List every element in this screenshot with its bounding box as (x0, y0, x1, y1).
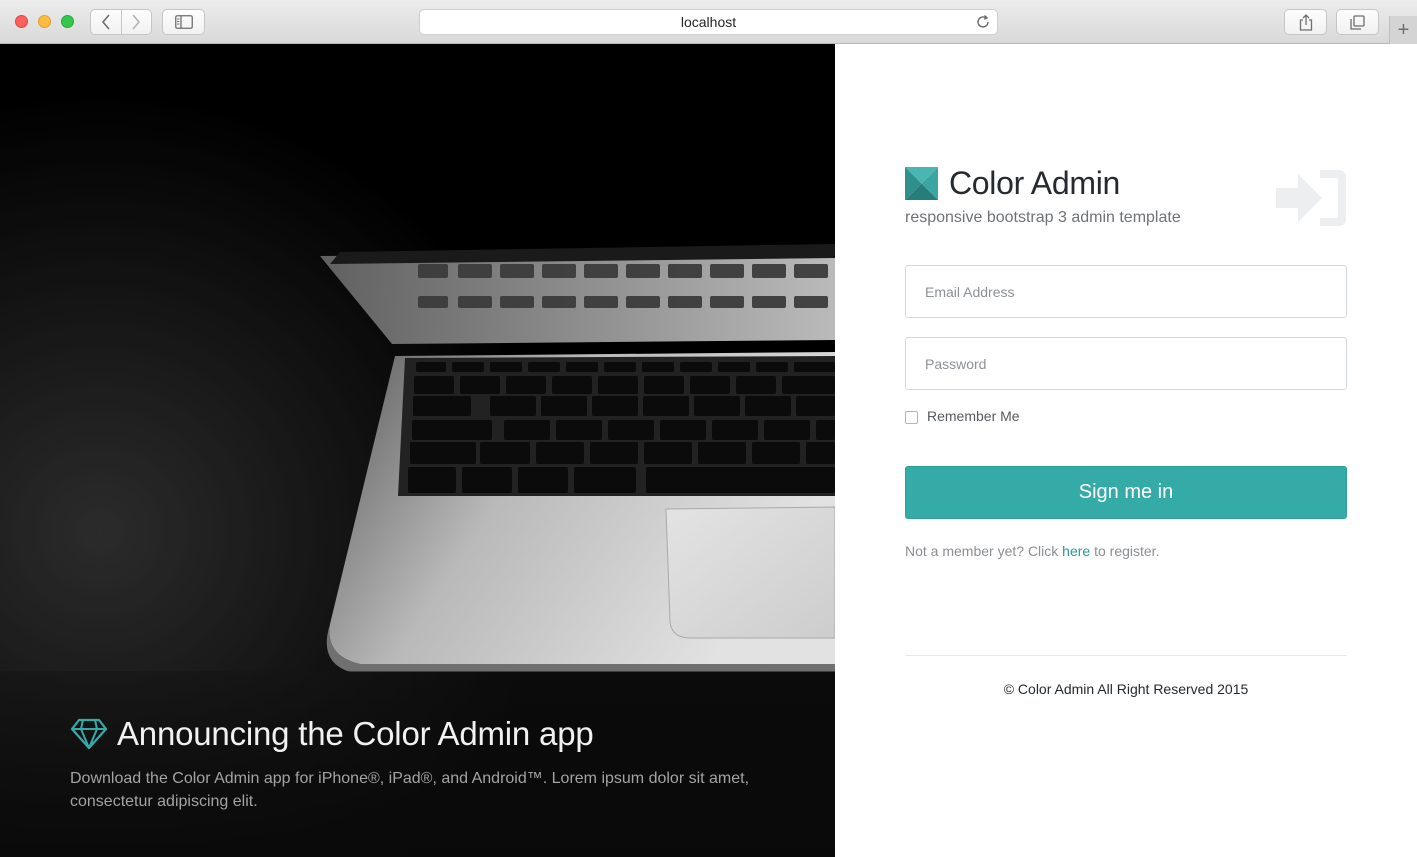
address-bar[interactable]: localhost (419, 9, 998, 35)
copyright: © Color Admin All Right Reserved 2015 (1003, 681, 1249, 697)
address-text: localhost (680, 14, 737, 30)
email-input[interactable] (905, 265, 1347, 318)
register-prefix: Not a member yet? Click (905, 543, 1059, 559)
brand-subtitle: responsive bootstrap 3 admin template (905, 209, 1181, 226)
diamond-icon (70, 718, 108, 750)
brand: Color Admin (905, 165, 1120, 202)
remember-me-checkbox[interactable] (905, 411, 918, 424)
sign-in-button[interactable]: Sign me in (905, 466, 1347, 519)
sidebar-toggle-button[interactable] (162, 9, 205, 35)
history-navigation (90, 9, 152, 35)
share-button[interactable] (1284, 9, 1327, 35)
footer-divider (905, 655, 1347, 656)
hero-caption: Announcing the Color Admin app Download … (0, 671, 835, 857)
close-window-button[interactable] (15, 15, 28, 28)
remember-me-label: Remember Me (927, 408, 1020, 424)
plus-icon: + (1397, 18, 1410, 41)
register-suffix: to register. (1094, 543, 1160, 559)
minimize-window-button[interactable] (38, 15, 51, 28)
logo-icon (905, 167, 938, 200)
register-prompt: Not a member yet? Click here to register… (905, 543, 1159, 559)
forward-icon (132, 14, 141, 30)
sign-in-icon (1276, 170, 1346, 226)
share-icon (1299, 13, 1312, 31)
hero-title: Announcing the Color Admin app (117, 715, 594, 752)
reload-icon[interactable] (975, 14, 991, 30)
login-panel: Color Admin responsive bootstrap 3 admin… (835, 44, 1417, 857)
tabs-icon (1350, 14, 1365, 30)
hero-panel: Announcing the Color Admin app Download … (0, 44, 835, 857)
brand-name: Color Admin (949, 165, 1120, 201)
hero-title-row: Announcing the Color Admin app (70, 715, 594, 753)
sidebar-icon (174, 15, 193, 29)
hero-description: Download the Color Admin app for iPhone®… (70, 770, 750, 810)
register-link[interactable]: here (1062, 543, 1090, 559)
zoom-window-button[interactable] (61, 15, 74, 28)
browser-toolbar: localhost + (0, 0, 1417, 44)
show-tabs-button[interactable] (1336, 9, 1379, 35)
password-input[interactable] (905, 337, 1347, 390)
back-icon (101, 14, 110, 30)
back-button[interactable] (91, 10, 121, 34)
forward-button[interactable] (120, 10, 151, 34)
remember-me[interactable]: Remember Me (905, 408, 1020, 424)
new-tab-button[interactable]: + (1389, 16, 1417, 44)
